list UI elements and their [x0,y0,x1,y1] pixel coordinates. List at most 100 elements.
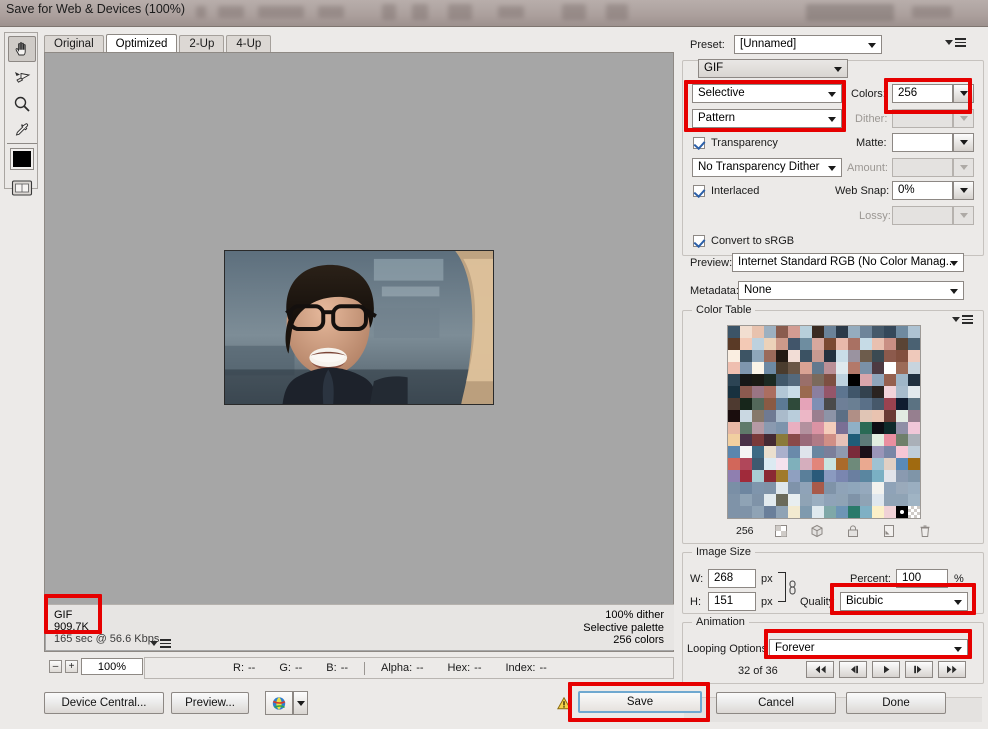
color-swatch[interactable] [872,506,884,518]
color-swatch[interactable] [764,446,776,458]
color-swatch[interactable] [848,446,860,458]
color-swatch[interactable] [884,350,896,362]
color-swatch[interactable] [848,494,860,506]
color-swatch[interactable] [896,470,908,482]
color-swatch[interactable] [812,410,824,422]
color-swatch[interactable] [740,398,752,410]
matte-dropdown-button[interactable] [953,133,974,152]
color-swatch[interactable] [836,482,848,494]
color-swatch[interactable] [740,410,752,422]
color-swatch[interactable] [776,458,788,470]
color-swatch[interactable] [788,386,800,398]
preview-canvas[interactable]: GIF 909.7K 165 sec @ 56.6 Kbps 100% dith… [44,52,674,652]
color-swatch[interactable] [752,350,764,362]
color-swatch[interactable] [812,494,824,506]
color-swatch[interactable] [776,446,788,458]
first-frame-button[interactable] [806,661,834,678]
color-swatch[interactable] [824,482,836,494]
zoom-out-button[interactable]: – [49,660,62,673]
play-button[interactable] [872,661,900,678]
color-swatch[interactable] [740,326,752,338]
color-swatch[interactable] [872,398,884,410]
color-swatch[interactable] [848,362,860,374]
color-swatch[interactable] [836,506,848,518]
color-swatch[interactable] [836,338,848,350]
color-swatch[interactable] [824,470,836,482]
web-snap-field[interactable]: 0% [892,181,953,200]
color-swatch[interactable] [872,422,884,434]
percent-field[interactable]: 100 [896,569,948,588]
color-swatch[interactable] [872,326,884,338]
color-swatch[interactable] [728,446,740,458]
color-swatch[interactable] [824,326,836,338]
web-shift-cube-icon[interactable] [809,523,825,539]
matte-field[interactable] [892,133,953,152]
colors-field[interactable]: 256 [892,84,953,103]
color-swatch[interactable] [824,374,836,386]
color-swatch[interactable] [728,458,740,470]
color-swatch[interactable] [752,362,764,374]
color-swatch[interactable] [764,362,776,374]
color-swatch[interactable] [788,350,800,362]
color-swatch[interactable] [752,470,764,482]
color-swatch[interactable] [848,386,860,398]
color-swatch[interactable] [740,506,752,518]
tab-original[interactable]: Original [44,35,104,52]
color-swatch[interactable] [788,326,800,338]
color-swatch[interactable] [884,374,896,386]
color-swatch[interactable] [800,482,812,494]
color-swatch[interactable] [836,350,848,362]
color-swatch[interactable] [908,506,920,518]
color-swatch[interactable] [908,362,920,374]
color-swatch[interactable] [908,338,920,350]
color-swatch[interactable] [860,458,872,470]
color-swatch[interactable] [764,326,776,338]
color-table-flyout-menu-icon[interactable] [952,315,973,324]
color-swatch[interactable] [788,470,800,482]
color-swatch[interactable] [728,362,740,374]
color-swatch[interactable] [848,458,860,470]
color-table-grid[interactable] [727,325,921,519]
color-swatch[interactable] [872,470,884,482]
color-swatch[interactable] [896,386,908,398]
color-swatch[interactable] [884,386,896,398]
color-swatch[interactable] [896,362,908,374]
transparency-icon[interactable] [773,523,789,539]
color-swatch[interactable] [812,338,824,350]
color-swatch[interactable] [776,482,788,494]
color-swatch[interactable] [860,470,872,482]
color-swatch[interactable] [728,506,740,518]
color-swatch[interactable] [908,458,920,470]
file-format-dropdown[interactable]: GIF [698,59,848,78]
color-swatch[interactable] [824,422,836,434]
delete-color-icon[interactable] [917,523,933,539]
color-swatch[interactable] [884,422,896,434]
color-swatch[interactable] [848,506,860,518]
color-swatch[interactable] [776,434,788,446]
color-swatch[interactable] [896,422,908,434]
preview-in-browser-icon[interactable] [265,691,293,715]
color-swatch[interactable] [752,494,764,506]
color-swatch[interactable] [764,338,776,350]
download-settings-flyout-icon[interactable] [150,639,171,648]
color-swatch[interactable] [860,446,872,458]
color-swatch[interactable] [788,494,800,506]
color-swatch[interactable] [860,482,872,494]
color-swatch[interactable] [896,506,908,518]
tab-4-up[interactable]: 4-Up [226,35,272,52]
color-swatch[interactable] [740,434,752,446]
color-swatch[interactable] [860,506,872,518]
preset-dropdown[interactable]: [Unnamed] [734,35,882,54]
color-swatch[interactable] [788,422,800,434]
color-swatch[interactable] [776,338,788,350]
dither-algorithm-dropdown[interactable]: Pattern [692,109,842,128]
color-swatch[interactable] [788,458,800,470]
color-swatch[interactable] [740,470,752,482]
color-swatch[interactable] [860,386,872,398]
color-swatch[interactable] [812,350,824,362]
color-swatch[interactable] [740,422,752,434]
zoom-tool[interactable] [8,91,36,117]
color-swatch[interactable] [836,470,848,482]
color-swatch[interactable] [740,446,752,458]
lock-color-icon[interactable] [845,523,861,539]
